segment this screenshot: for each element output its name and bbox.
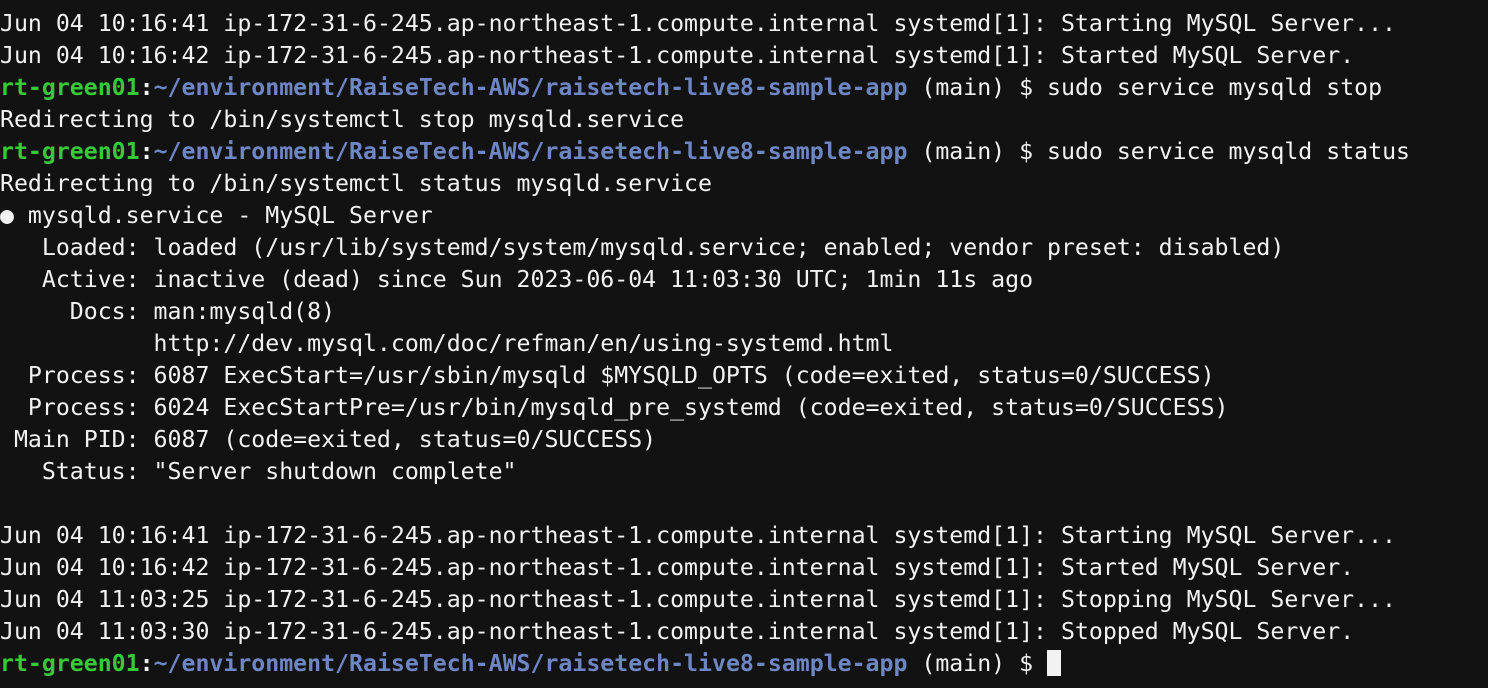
- output-text: Status: "Server shutdown complete": [0, 458, 517, 485]
- prompt-colon: :: [139, 74, 154, 101]
- output-line: Process: 6024 ExecStartPre=/usr/bin/mysq…: [0, 392, 1488, 424]
- output-line: Status: "Server shutdown complete": [0, 456, 1488, 488]
- output-line: Redirecting to /bin/systemctl status mys…: [0, 168, 1488, 200]
- output-line: Redirecting to /bin/systemctl stop mysql…: [0, 104, 1488, 136]
- prompt-branch: (main) $: [907, 650, 1048, 677]
- output-text: Main PID: 6087 (code=exited, status=0/SU…: [0, 426, 657, 453]
- prompt-line: rt-green01:~/environment/RaiseTech-AWS/r…: [0, 72, 1488, 104]
- output-text: Redirecting to /bin/systemctl stop mysql…: [0, 106, 685, 133]
- output-text: Jun 04 10:16:41 ip-172-31-6-245.ap-north…: [0, 10, 1397, 37]
- output-text: Active: inactive (dead) since Sun 2023-0…: [0, 266, 1034, 293]
- command-text: sudo service mysqld stop: [1047, 74, 1383, 101]
- output-text: Process: 6024 ExecStartPre=/usr/bin/mysq…: [0, 394, 1229, 421]
- output-line: Jun 04 10:16:42 ip-172-31-6-245.ap-north…: [0, 552, 1488, 584]
- output-text: Jun 04 10:16:42 ip-172-31-6-245.ap-north…: [0, 42, 1355, 69]
- cursor[interactable]: [1047, 650, 1062, 676]
- output-text: Jun 04 10:16:41 ip-172-31-6-245.ap-north…: [0, 522, 1397, 549]
- output-text: Jun 04 10:16:42 ip-172-31-6-245.ap-north…: [0, 554, 1355, 581]
- output-line: http://dev.mysql.com/doc/refman/en/using…: [0, 328, 1488, 360]
- output-text: Jun 04 11:03:25 ip-172-31-6-245.ap-north…: [0, 586, 1397, 613]
- output-line: Jun 04 10:16:41 ip-172-31-6-245.ap-north…: [0, 520, 1488, 552]
- output-line: Jun 04 11:03:30 ip-172-31-6-245.ap-north…: [0, 616, 1488, 648]
- prompt-path: ~/environment/RaiseTech-AWS/raisetech-li…: [153, 650, 908, 677]
- output-line: Process: 6087 ExecStart=/usr/sbin/mysqld…: [0, 360, 1488, 392]
- prompt-branch: (main) $: [907, 74, 1048, 101]
- prompt-line: rt-green01:~/environment/RaiseTech-AWS/r…: [0, 648, 1488, 680]
- output-line: Jun 04 11:03:25 ip-172-31-6-245.ap-north…: [0, 584, 1488, 616]
- prompt-colon: :: [139, 650, 154, 677]
- prompt-path: ~/environment/RaiseTech-AWS/raisetech-li…: [153, 74, 908, 101]
- output-line: Jun 04 10:16:41 ip-172-31-6-245.ap-north…: [0, 8, 1488, 40]
- output-line: Active: inactive (dead) since Sun 2023-0…: [0, 264, 1488, 296]
- output-text: Redirecting to /bin/systemctl status mys…: [0, 170, 712, 197]
- prompt-user: rt-green01: [0, 650, 140, 677]
- prompt-line: rt-green01:~/environment/RaiseTech-AWS/r…: [0, 136, 1488, 168]
- output-line: ● mysqld.service - MySQL Server: [0, 200, 1488, 232]
- prompt-path: ~/environment/RaiseTech-AWS/raisetech-li…: [153, 138, 908, 165]
- prompt-user: rt-green01: [0, 138, 140, 165]
- prompt-branch: (main) $: [907, 138, 1048, 165]
- output-text: Loaded: loaded (/usr/lib/systemd/system/…: [0, 234, 1285, 261]
- output-text: Docs: man:mysqld(8): [0, 298, 336, 325]
- output-text: Process: 6087 ExecStart=/usr/sbin/mysqld…: [0, 362, 1215, 389]
- command-text: sudo service mysqld status: [1047, 138, 1410, 165]
- output-line: Loaded: loaded (/usr/lib/systemd/system/…: [0, 232, 1488, 264]
- output-line: Docs: man:mysqld(8): [0, 296, 1488, 328]
- output-line: Jun 04 10:16:42 ip-172-31-6-245.ap-north…: [0, 40, 1488, 72]
- output-line: Main PID: 6087 (code=exited, status=0/SU…: [0, 424, 1488, 456]
- output-text: http://dev.mysql.com/doc/refman/en/using…: [0, 330, 894, 357]
- prompt-colon: :: [139, 138, 154, 165]
- terminal-output[interactable]: Jun 04 10:16:41 ip-172-31-6-245.ap-north…: [0, 8, 1488, 688]
- prompt-user: rt-green01: [0, 74, 140, 101]
- output-text: ● mysqld.service - MySQL Server: [0, 202, 433, 229]
- output-text: Jun 04 11:03:30 ip-172-31-6-245.ap-north…: [0, 618, 1355, 645]
